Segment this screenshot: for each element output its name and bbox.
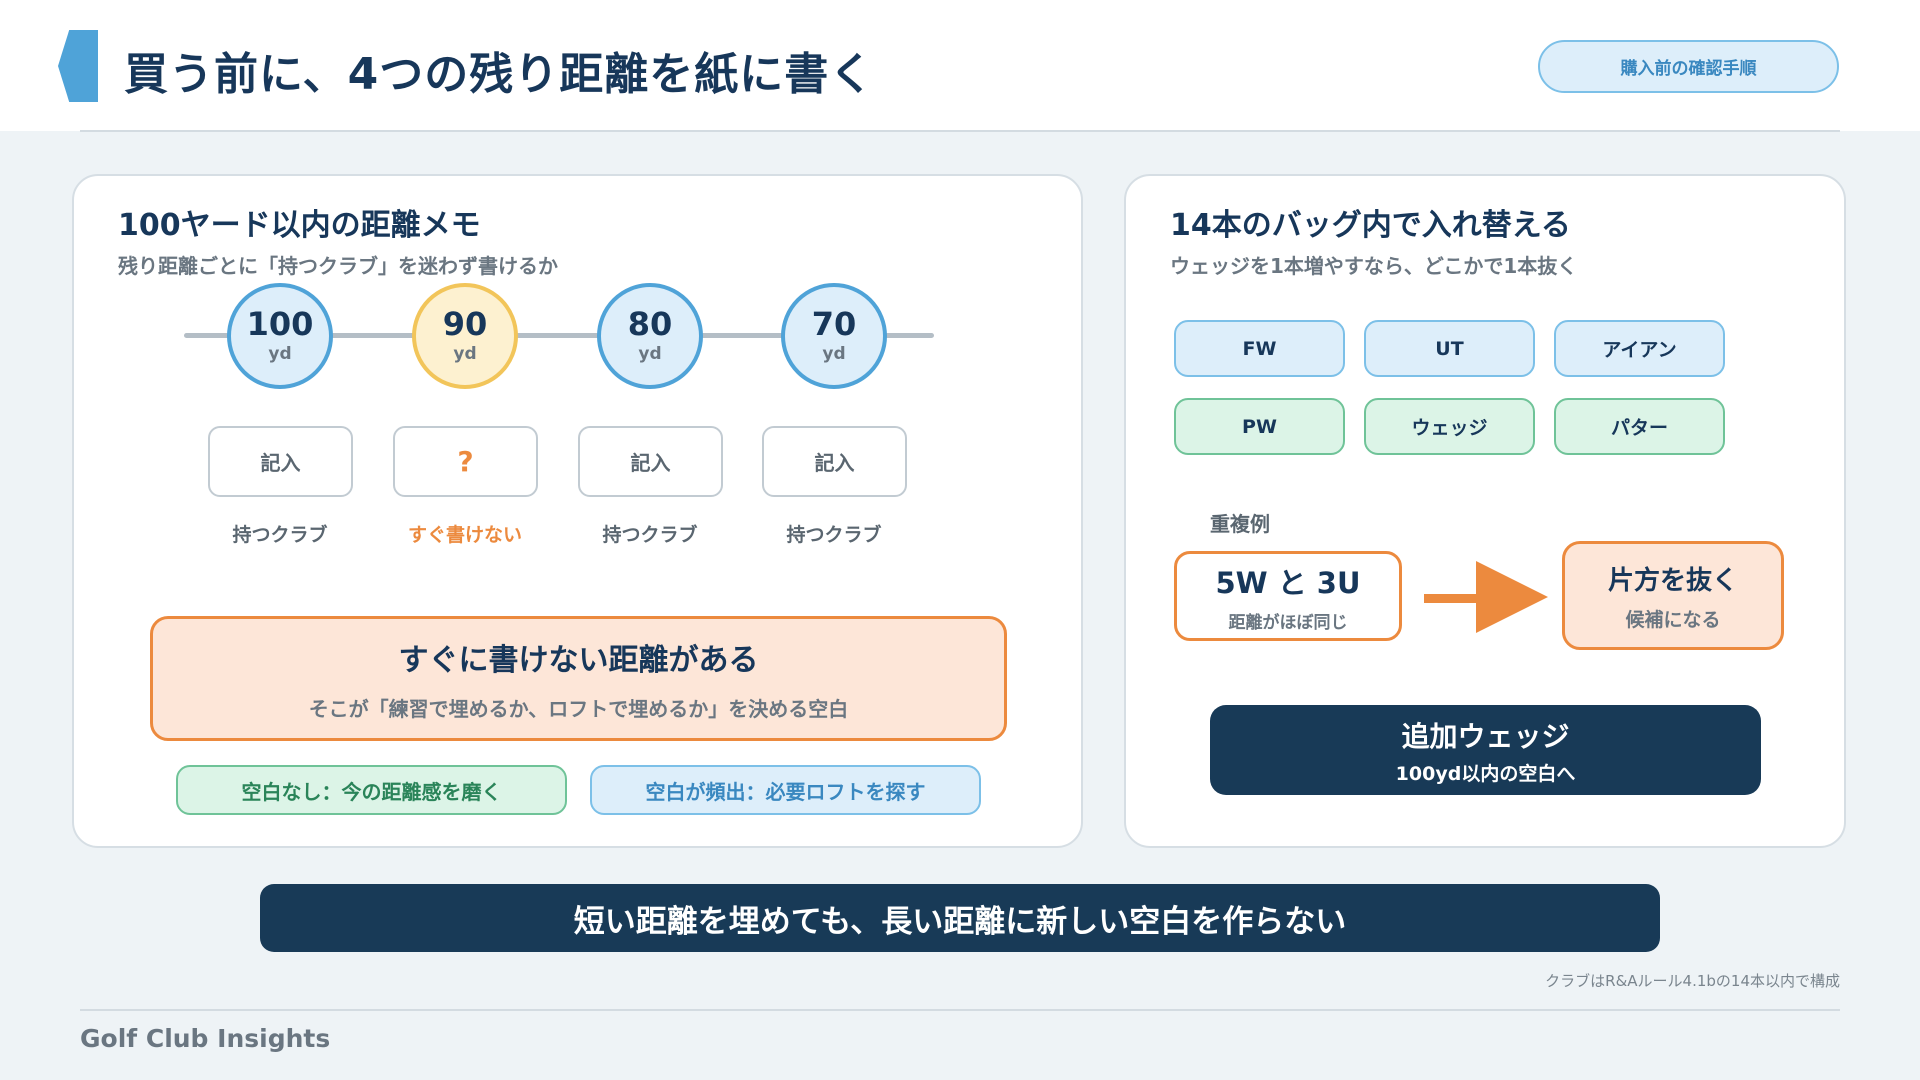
memo-caption-90: すぐ書けない bbox=[407, 524, 522, 546]
distance-unit: yd bbox=[822, 344, 846, 364]
remove-one-title: 片方を抜く bbox=[1607, 565, 1738, 596]
distance-marker-100: 100 yd bbox=[227, 283, 333, 389]
title-marker-icon bbox=[58, 30, 98, 102]
brand-name: Golf Club Insights bbox=[80, 1024, 331, 1053]
distance-value: 90 bbox=[442, 305, 488, 343]
memo-box-100[interactable]: 記入 bbox=[208, 426, 353, 497]
distance-marker-70: 70 yd bbox=[781, 283, 887, 389]
club-chip-ut: UT bbox=[1364, 320, 1535, 377]
arrow-right-icon bbox=[1424, 594, 1482, 603]
gap-callout: すぐに書けない距離がある そこが「練習で埋めるか、ロフトで埋めるか」を決める空白 bbox=[150, 616, 1007, 741]
bag-swap-card: 14本のバッグ内で入れ替える ウェッジを1本増やすなら、どこかで1本抜く FW … bbox=[1124, 174, 1846, 848]
page-title: 買う前に、4つの残り距離を紙に書く bbox=[124, 49, 875, 100]
header-bar: 買う前に、4つの残り距離を紙に書く 購入前の確認手順 bbox=[0, 0, 1920, 131]
bag-swap-title: 14本のバッグ内で入れ替える bbox=[1170, 208, 1571, 243]
memo-caption-100: 持つクラブ bbox=[232, 524, 328, 546]
frequent-gap-pill: 空白が頻出：必要ロフトを探す bbox=[590, 765, 981, 815]
memo-box-90[interactable]: ? bbox=[393, 426, 538, 497]
memo-caption-70: 持つクラブ bbox=[786, 524, 882, 546]
procedure-badge: 購入前の確認手順 bbox=[1538, 40, 1839, 93]
duplicate-example-label: 重複例 bbox=[1210, 512, 1270, 536]
club-chip-pw: PW bbox=[1174, 398, 1345, 455]
gap-callout-body: そこが「練習で埋めるか、ロフトで埋めるか」を決める空白 bbox=[308, 697, 849, 721]
footer-divider bbox=[80, 1009, 1840, 1011]
distance-marker-90: 90 yd bbox=[412, 283, 518, 389]
header-divider bbox=[80, 130, 1840, 132]
club-chip-wedge: ウェッジ bbox=[1364, 398, 1535, 455]
distance-unit: yd bbox=[268, 344, 292, 364]
rules-footnote: クラブはR&Aルール4.1bの14本以内で構成 bbox=[1545, 972, 1840, 990]
gap-callout-title: すぐに書けない距離がある bbox=[398, 643, 759, 678]
remove-one-sub: 候補になる bbox=[1625, 608, 1721, 631]
distance-value: 100 bbox=[246, 305, 314, 343]
summary-banner: 短い距離を埋めても、長い距離に新しい空白を作らない bbox=[260, 884, 1660, 952]
duplicate-title: 5W と 3U bbox=[1215, 565, 1361, 600]
club-chip-iron: アイアン bbox=[1554, 320, 1725, 377]
distance-unit: yd bbox=[638, 344, 662, 364]
duplicate-sub: 距離がほぼ同じ bbox=[1228, 612, 1348, 633]
distance-value: 80 bbox=[627, 305, 673, 343]
additional-wedge-box: 追加ウェッジ 100yd以内の空白へ bbox=[1210, 705, 1761, 795]
memo-caption-80: 持つクラブ bbox=[602, 524, 698, 546]
distance-memo-subtitle: 残り距離ごとに「持つクラブ」を迷わず書けるか bbox=[118, 254, 558, 278]
arrow-head-icon bbox=[1476, 561, 1548, 633]
no-gap-pill: 空白なし：今の距離感を磨く bbox=[176, 765, 567, 815]
memo-box-70[interactable]: 記入 bbox=[762, 426, 907, 497]
distance-value: 70 bbox=[811, 305, 857, 343]
additional-wedge-sub: 100yd以内の空白へ bbox=[1395, 762, 1576, 785]
remove-one-box: 片方を抜く 候補になる bbox=[1562, 541, 1784, 650]
distance-unit: yd bbox=[453, 344, 477, 364]
memo-box-80[interactable]: 記入 bbox=[578, 426, 723, 497]
distance-memo-title: 100ヤード以内の距離メモ bbox=[118, 208, 481, 243]
distance-marker-80: 80 yd bbox=[597, 283, 703, 389]
bag-swap-subtitle: ウェッジを1本増やすなら、どこかで1本抜く bbox=[1170, 254, 1578, 278]
distance-memo-card: 100ヤード以内の距離メモ 残り距離ごとに「持つクラブ」を迷わず書けるか 100… bbox=[72, 174, 1083, 848]
duplicate-box: 5W と 3U 距離がほぼ同じ bbox=[1174, 551, 1402, 641]
club-chip-putter: パター bbox=[1554, 398, 1725, 455]
club-chip-fw: FW bbox=[1174, 320, 1345, 377]
additional-wedge-title: 追加ウェッジ bbox=[1401, 719, 1570, 753]
